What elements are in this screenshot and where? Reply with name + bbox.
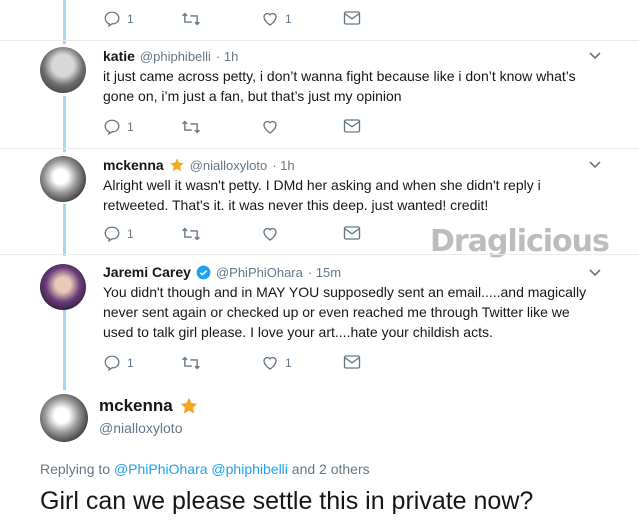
tweet-header: katie @phiphibelli · 1h — [103, 48, 238, 64]
replying-to: Replying to @PhiPhiOhara @phiphibelli an… — [40, 461, 370, 477]
reply-icon — [104, 226, 120, 243]
envelope-icon — [343, 11, 361, 25]
thread-line — [63, 96, 66, 152]
reply-icon — [104, 11, 120, 28]
thread-line — [63, 308, 66, 390]
reply-count: 1 — [127, 356, 134, 370]
like-button[interactable] — [261, 118, 279, 136]
heart-icon — [263, 227, 277, 241]
heart-icon — [263, 12, 277, 26]
focused-header: mckenna — [99, 396, 199, 416]
mention-link[interactable]: @phiphibelli — [211, 461, 287, 477]
tweet-actions: 1 1 — [103, 10, 383, 30]
chevron-down-icon[interactable] — [588, 160, 602, 170]
reply-count: 1 — [127, 120, 134, 134]
reply-button[interactable]: 1 — [103, 225, 134, 243]
star-icon — [170, 158, 184, 172]
display-name[interactable]: mckenna — [103, 157, 164, 173]
divider — [0, 148, 639, 149]
dm-button[interactable] — [343, 10, 361, 26]
dm-button[interactable] — [343, 225, 361, 241]
like-button[interactable]: 1 — [261, 354, 292, 372]
divider — [0, 40, 639, 41]
reply-icon — [104, 355, 120, 372]
username[interactable]: @nialloxyloto — [190, 158, 268, 173]
replying-to-suffix[interactable]: and 2 others — [292, 461, 370, 477]
envelope-icon — [343, 226, 361, 240]
like-count: 1 — [285, 356, 292, 370]
retweet-button[interactable] — [181, 354, 201, 372]
retweet-icon — [182, 12, 200, 26]
timestamp[interactable]: · 1h — [216, 49, 238, 64]
tweet-actions: 1 1 — [103, 354, 383, 374]
retweet-button[interactable] — [181, 225, 201, 243]
display-name[interactable]: katie — [103, 48, 135, 64]
timestamp[interactable]: · 1h — [272, 158, 294, 173]
dm-button[interactable] — [343, 354, 361, 370]
envelope-icon — [343, 355, 361, 369]
retweet-button[interactable] — [181, 10, 201, 28]
star-icon — [180, 397, 198, 414]
divider — [0, 254, 639, 255]
like-button[interactable] — [261, 225, 279, 243]
tweet-header: Jaremi Carey @PhiPhiOhara · 15m — [103, 264, 341, 280]
tweet-header: mckenna @nialloxyloto · 1h — [103, 157, 295, 173]
avatar[interactable] — [40, 47, 86, 93]
username[interactable]: @PhiPhiOhara — [216, 265, 303, 280]
username[interactable]: @phiphibelli — [140, 49, 211, 64]
verified-badge-icon — [196, 265, 211, 279]
chevron-down-icon[interactable] — [588, 268, 602, 278]
envelope-icon — [343, 119, 361, 133]
reply-count: 1 — [127, 227, 134, 241]
like-count: 1 — [285, 12, 292, 26]
display-name[interactable]: mckenna — [99, 396, 173, 416]
timestamp[interactable]: · 15m — [308, 265, 341, 280]
heart-icon — [263, 120, 277, 134]
heart-icon — [263, 356, 277, 370]
focused-tweet-text: Girl can we please settle this in privat… — [40, 487, 534, 515]
mention-link[interactable]: @PhiPhiOhara — [114, 461, 208, 477]
chevron-down-icon[interactable] — [588, 51, 602, 61]
retweet-icon — [182, 227, 200, 241]
retweet-button[interactable] — [181, 118, 201, 136]
reply-button[interactable]: 1 — [103, 118, 134, 136]
tweet-actions: 1 — [103, 225, 383, 245]
avatar[interactable] — [40, 156, 86, 202]
thread-line — [63, 0, 66, 44]
tweet-actions: 1 — [103, 118, 383, 138]
tweet-text: You didn't though and in MAY YOU suppose… — [103, 284, 587, 340]
retweet-icon — [182, 120, 200, 134]
username[interactable]: @nialloxyloto — [99, 420, 182, 436]
tweet-text: Alright well it wasn't petty. I DMd her … — [103, 177, 541, 213]
reply-button[interactable]: 1 — [103, 10, 134, 28]
avatar[interactable] — [40, 264, 86, 310]
reply-count: 1 — [127, 12, 134, 26]
display-name[interactable]: Jaremi Carey — [103, 264, 191, 280]
reply-icon — [104, 119, 120, 136]
tweet-text: it just came across petty, i don’t wanna… — [103, 68, 576, 104]
replying-to-prefix: Replying to — [40, 461, 111, 477]
thread-line — [63, 204, 66, 256]
avatar[interactable] — [40, 394, 88, 442]
dm-button[interactable] — [343, 118, 361, 134]
reply-button[interactable]: 1 — [103, 354, 134, 372]
retweet-icon — [182, 356, 200, 370]
like-button[interactable]: 1 — [261, 10, 292, 28]
